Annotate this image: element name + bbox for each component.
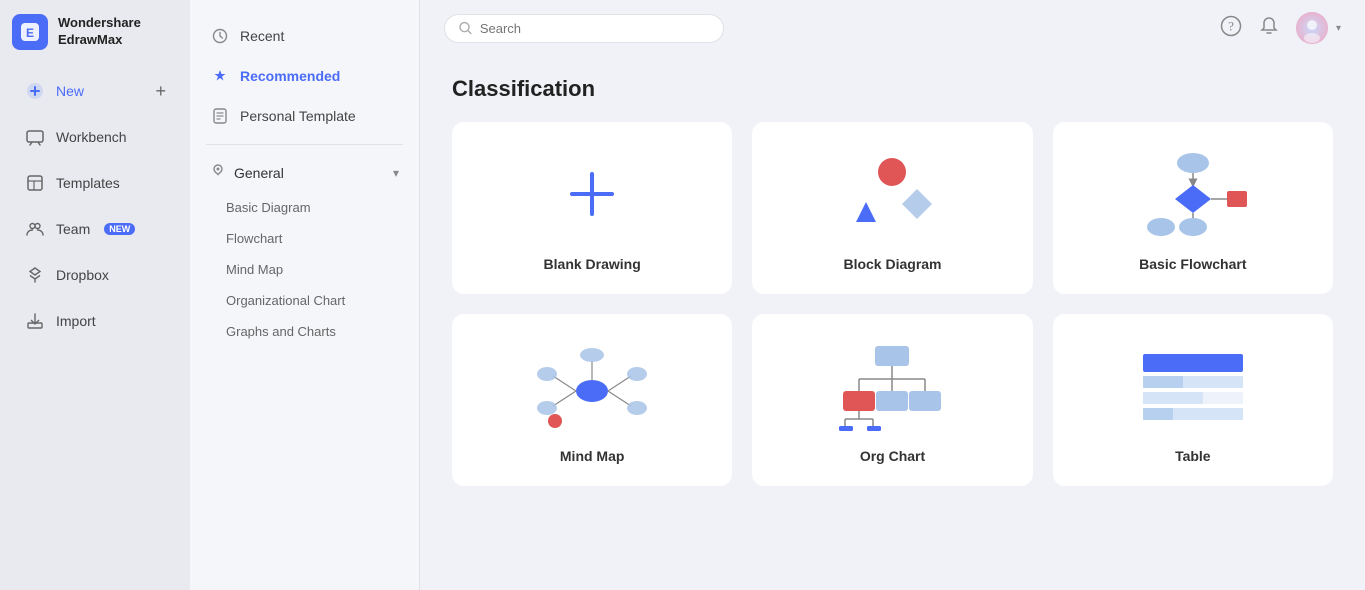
cards-grid: Blank Drawing Block Diagram — [452, 122, 1333, 486]
content-area: Classification Blank Drawing — [420, 56, 1365, 590]
general-sub-items: Basic Diagram Flowchart Mind Map Organiz… — [190, 192, 419, 347]
recommended-label: Recommended — [240, 68, 340, 84]
section-title: Classification — [452, 76, 1333, 102]
sidebar-nav: New + Workbench Templates Team NEW — [0, 64, 190, 348]
new-icon — [24, 80, 46, 102]
user-avatar[interactable] — [1296, 12, 1328, 44]
general-icon — [210, 163, 226, 182]
user-dropdown-arrow[interactable]: ▾ — [1336, 23, 1341, 34]
card-visual-blank — [474, 144, 710, 244]
sub-item-flowchart[interactable]: Flowchart — [190, 223, 419, 254]
card-label-mindmap: Mind Map — [560, 448, 625, 464]
templates-icon — [24, 172, 46, 194]
sub-item-basic-diagram[interactable]: Basic Diagram — [190, 192, 419, 223]
logo-area: E Wondershare EdrawMax — [0, 0, 190, 64]
new-plus-icon: + — [155, 81, 166, 102]
sub-item-graphs-charts[interactable]: Graphs and Charts — [190, 316, 419, 347]
workbench-icon — [24, 126, 46, 148]
sidebar-item-new[interactable]: New + — [8, 70, 182, 112]
app-logo-icon: E — [12, 14, 48, 50]
card-label-blank: Blank Drawing — [544, 256, 641, 272]
sub-item-mind-map[interactable]: Mind Map — [190, 254, 419, 285]
search-icon — [459, 21, 472, 35]
help-icon[interactable]: ? — [1220, 15, 1242, 42]
divider — [206, 144, 403, 145]
templates-label: Templates — [56, 175, 120, 191]
app-name: Wondershare EdrawMax — [58, 15, 141, 49]
sub-item-org-chart[interactable]: Organizational Chart — [190, 285, 419, 316]
middle-item-personal[interactable]: Personal Template — [190, 96, 419, 136]
card-visual-block — [774, 144, 1010, 244]
top-bar-icons: ? ▾ — [1220, 12, 1341, 44]
card-mind-map[interactable]: Mind Map — [452, 314, 732, 486]
team-new-badge: NEW — [104, 223, 135, 235]
notification-icon[interactable] — [1258, 15, 1280, 42]
middle-item-recommended[interactable]: Recommended — [190, 56, 419, 96]
svg-text:E: E — [26, 26, 34, 40]
card-blank-drawing[interactable]: Blank Drawing — [452, 122, 732, 294]
sidebar-item-team[interactable]: Team NEW — [8, 208, 182, 250]
middle-item-recent[interactable]: Recent — [190, 16, 419, 56]
card-label-flowchart: Basic Flowchart — [1139, 256, 1246, 272]
dropbox-icon — [24, 264, 46, 286]
general-section-header[interactable]: General ▾ — [190, 153, 419, 192]
top-bar: ? ▾ — [420, 0, 1365, 56]
sidebar-item-workbench[interactable]: Workbench — [8, 116, 182, 158]
chevron-down-icon: ▾ — [393, 166, 399, 180]
card-visual-flowchart — [1075, 144, 1311, 244]
general-label: General — [234, 165, 284, 181]
card-basic-flowchart[interactable]: Basic Flowchart — [1053, 122, 1333, 294]
search-box[interactable] — [444, 14, 724, 43]
card-label-orgchart: Org Chart — [860, 448, 925, 464]
new-label: New — [56, 83, 84, 99]
main-content: ? ▾ Classification Blank Dr — [420, 0, 1365, 590]
svg-text:?: ? — [1228, 18, 1234, 33]
import-icon — [24, 310, 46, 332]
sidebar-item-templates[interactable]: Templates — [8, 162, 182, 204]
card-label-table: Table — [1175, 448, 1211, 464]
personal-template-label: Personal Template — [240, 108, 356, 124]
dropbox-label: Dropbox — [56, 267, 109, 283]
sidebar-item-dropbox[interactable]: Dropbox — [8, 254, 182, 296]
card-table[interactable]: Table — [1053, 314, 1333, 486]
recommended-icon — [210, 66, 230, 86]
card-org-chart[interactable]: Org Chart — [752, 314, 1032, 486]
middle-panel: Recent Recommended Personal Template Gen… — [190, 0, 420, 590]
sidebar: E Wondershare EdrawMax New + Workbench — [0, 0, 190, 590]
card-label-block: Block Diagram — [843, 256, 941, 272]
search-input[interactable] — [480, 21, 709, 36]
card-block-diagram[interactable]: Block Diagram — [752, 122, 1032, 294]
card-visual-orgchart — [774, 336, 1010, 436]
card-visual-mindmap — [474, 336, 710, 436]
import-label: Import — [56, 313, 96, 329]
workbench-label: Workbench — [56, 129, 127, 145]
recent-label: Recent — [240, 28, 284, 44]
team-label: Team — [56, 221, 90, 237]
personal-template-icon — [210, 106, 230, 126]
sidebar-item-import[interactable]: Import — [8, 300, 182, 342]
team-icon — [24, 218, 46, 240]
card-visual-table — [1075, 336, 1311, 436]
recent-icon — [210, 26, 230, 46]
